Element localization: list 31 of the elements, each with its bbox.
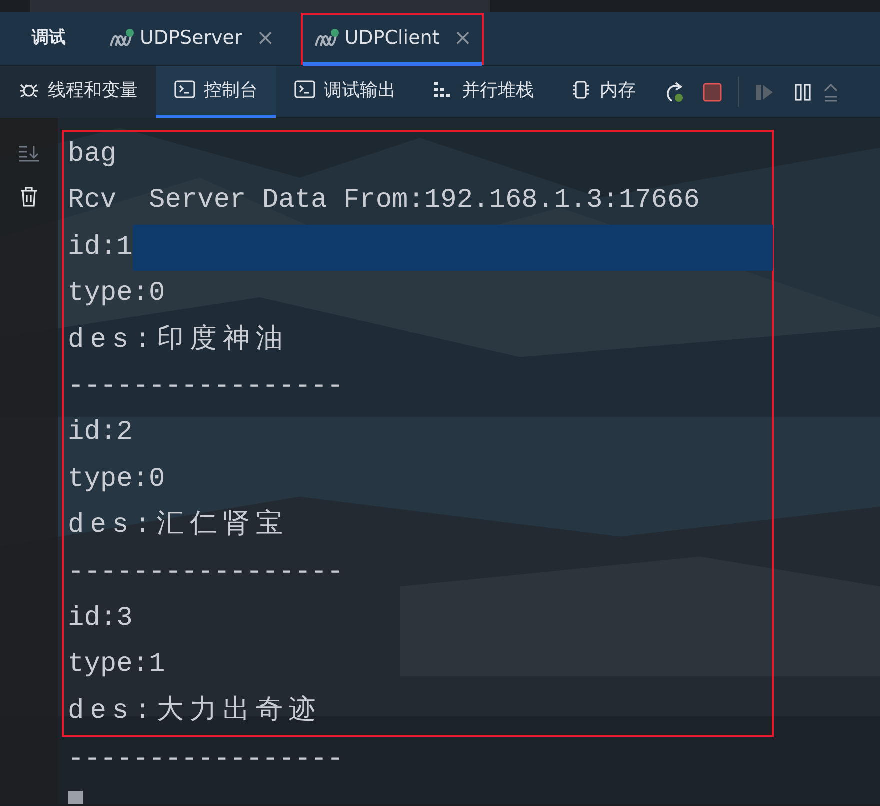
close-icon[interactable]: × [454, 22, 472, 55]
console-line: ----------------- [68, 744, 344, 778]
console-line: des:汇仁肾宝 [68, 508, 289, 544]
console-line: type:0 [68, 464, 166, 497]
console-line: des:印度神油 [68, 323, 289, 358]
stop-icon[interactable] [701, 80, 724, 104]
console-line: ----------------- [68, 556, 344, 590]
view-tab[interactable]: 控制台 [156, 66, 276, 118]
view-tab[interactable]: 内存 [552, 66, 654, 118]
session-icon [108, 28, 136, 50]
console-line: id:1 [68, 232, 133, 265]
console-line: type:1 [68, 649, 166, 682]
console-line: bag [68, 139, 117, 172]
close-icon[interactable]: × [256, 22, 275, 55]
console-line: type:0 [68, 278, 166, 312]
view-tab[interactable]: 调试输出 [276, 66, 414, 118]
session-icon [312, 28, 341, 50]
console-line: id:3 [68, 602, 133, 636]
terminal-icon [294, 79, 316, 101]
tool-window-title: 调试 [30, 26, 67, 50]
session-tab[interactable]: UDPServer × [98, 12, 285, 66]
console-line: des:大力出奇迹 [68, 694, 322, 729]
console-line: Rcv Server Data From:192.168.1.3:17666 [68, 185, 700, 218]
terminal-icon [174, 79, 196, 101]
trash-icon[interactable] [19, 186, 39, 208]
view-tab[interactable]: 线程和变量 [0, 66, 156, 118]
session-tab[interactable]: UDPClient × [302, 12, 482, 66]
view-tab[interactable]: 并行堆栈 [414, 66, 552, 118]
chip-icon [570, 79, 592, 101]
console-line: ----------------- [68, 370, 344, 404]
console-line: id:2 [68, 417, 133, 450]
